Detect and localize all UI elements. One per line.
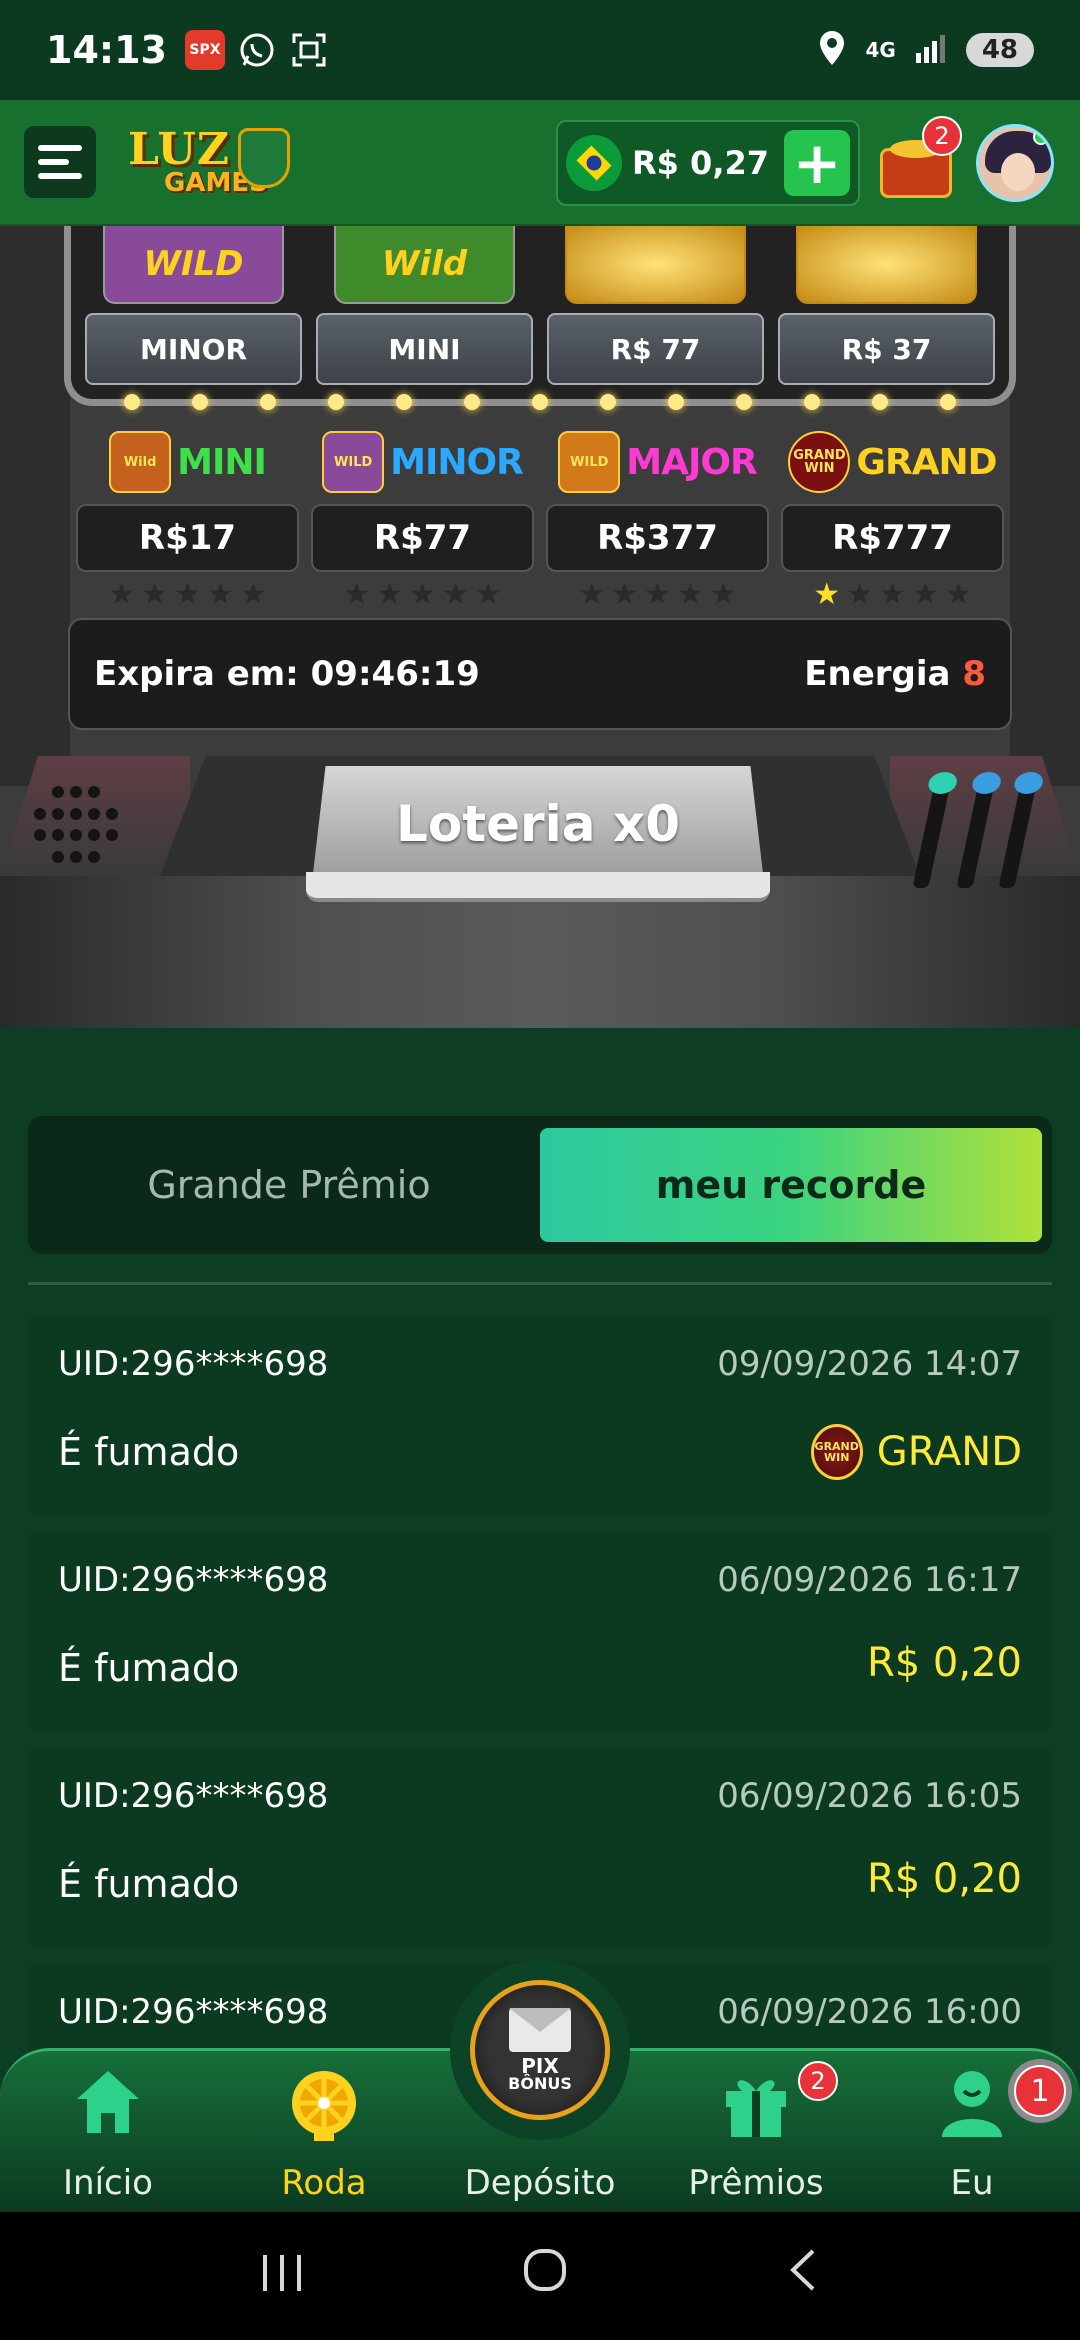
jackpot-value: R$17: [76, 504, 299, 572]
list-item: UID:296****698 06/09/2026 16:17 É fumado…: [28, 1530, 1052, 1732]
gold-coins-icon: [796, 226, 977, 304]
wild-dragon-icon: Wild: [109, 431, 172, 493]
shopee-express-icon: SPX: [184, 30, 225, 70]
jackpot-stars: ★ ★ ★ ★ ★: [108, 577, 267, 612]
jackpot-name: MINI: [177, 441, 267, 483]
record-uid: UID:296****698: [58, 1992, 329, 2032]
jackpot-name: MINOR: [390, 441, 524, 483]
nav-home[interactable]: Início: [28, 2065, 188, 2215]
record-status: É fumado: [58, 1430, 240, 1474]
wild-rabbit-icon: WILD: [103, 226, 284, 304]
grand-win-icon: GRAND WIN: [788, 431, 851, 493]
location-icon: [817, 29, 847, 71]
jackpot-stars: ★ ★ ★ ★ ★: [578, 577, 737, 612]
record-uid: UID:296****698: [58, 1344, 329, 1384]
signal-icon: [914, 33, 948, 67]
menu-button[interactable]: [24, 126, 96, 198]
me-badge: 1: [1014, 2065, 1066, 2117]
record-date: 06/09/2026 16:05: [717, 1776, 1022, 1816]
nav-wheel[interactable]: Roda: [244, 2065, 404, 2215]
machine-levers: [910, 772, 1045, 898]
jackpot-value: R$377: [546, 504, 769, 572]
chest-badge: 2: [922, 116, 962, 156]
battery-indicator: 48: [965, 33, 1034, 67]
grand-win-icon: GRAND WIN: [810, 1424, 863, 1480]
record-date: 09/09/2026 14:07: [717, 1344, 1022, 1384]
record-status: É fumado: [58, 1862, 240, 1906]
wild-dragon-icon: Wild: [334, 226, 515, 304]
recent-apps-icon[interactable]: [257, 2244, 307, 2309]
user-icon: [934, 2065, 1010, 2145]
jackpot-value: R$77: [311, 504, 534, 572]
wild-tiger-icon: WILD: [558, 431, 621, 493]
record-status: É fumado: [58, 1646, 240, 1690]
envelope-icon: [509, 2008, 571, 2052]
record-tabs: Grande Prêmio meu recorde: [28, 1116, 1052, 1254]
slot-machine: WILD MINOR Wild MINI R$ 77 R$ 37 Wild MI…: [0, 226, 1080, 1028]
online-dot: [1033, 129, 1049, 145]
reel: WILD MINOR: [85, 226, 302, 385]
treasure-chest-button[interactable]: 2: [874, 116, 962, 204]
reel-label: MINOR: [85, 313, 302, 385]
clock: 14:13: [46, 28, 167, 72]
list-item: UID:296****698 09/09/2026 14:07 É fumado…: [28, 1314, 1052, 1516]
tab-my-record[interactable]: meu recorde: [540, 1128, 1042, 1242]
reel: R$ 77: [547, 226, 764, 385]
expiry-timer: Expira em: 09:46:19: [94, 654, 480, 694]
screenshot-icon: [289, 30, 329, 70]
jackpot-value: R$777: [781, 504, 1004, 572]
back-icon[interactable]: [783, 2244, 823, 2309]
jackpot-grand: GRAND WIN GRAND R$777 ★ ★ ★ ★ ★: [781, 422, 1004, 632]
reel-label: MINI: [316, 313, 533, 385]
jackpot-mini: Wild MINI R$17 ★ ★ ★ ★ ★: [76, 422, 299, 632]
home-icon: [71, 2065, 145, 2143]
balance-box[interactable]: R$ 0,27 +: [556, 120, 860, 206]
brazil-flag-icon: [566, 135, 622, 191]
reel-label: R$ 77: [547, 313, 764, 385]
divider: [28, 1282, 1052, 1285]
prizes-badge: 2: [798, 2061, 838, 2101]
record-prize: R$ 0,20: [866, 1640, 1022, 1686]
record-date: 06/09/2026 16:00: [717, 1992, 1022, 2032]
gift-icon: [718, 2065, 794, 2145]
jackpot-stars: ★ ★ ★ ★ ★: [343, 577, 502, 612]
whatsapp-icon: [237, 30, 277, 70]
home-nav-icon[interactable]: [520, 2244, 570, 2309]
pix-bonus-button[interactable]: PIX BÔNUS: [470, 1980, 610, 2120]
app-logo[interactable]: LUZ GAMES: [124, 122, 294, 202]
tab-grand-prize[interactable]: Grande Prêmio: [38, 1128, 540, 1242]
record-date: 06/09/2026 16:17: [717, 1560, 1022, 1600]
reel-label: R$ 37: [778, 313, 995, 385]
lottery-button[interactable]: Loteria x0: [306, 766, 770, 906]
deposit-plus-button[interactable]: +: [784, 130, 850, 196]
gold-coins-icon: [565, 226, 746, 304]
jackpot-stars: ★ ★ ★ ★ ★: [813, 577, 972, 612]
wild-rabbit-icon: WILD: [322, 431, 385, 493]
record-uid: UID:296****698: [58, 1776, 329, 1816]
record-prize: R$ 0,20: [866, 1856, 1022, 1902]
marquee-lights: [74, 384, 1006, 420]
reel: Wild MINI: [316, 226, 533, 385]
record-prize: GRAND WIN GRAND: [810, 1424, 1022, 1480]
reel: R$ 37: [778, 226, 995, 385]
jackpot-name: GRAND: [856, 441, 997, 483]
network-type: 4G: [865, 38, 896, 62]
jackpot-minor: WILD MINOR R$77 ★ ★ ★ ★ ★: [311, 422, 534, 632]
status-bar: 14:13 SPX 4G 48: [0, 0, 1080, 100]
energy-panel: Expira em: 09:46:19 Energia 8: [68, 618, 1012, 730]
reel-window: WILD MINOR Wild MINI R$ 77 R$ 37: [64, 226, 1016, 406]
jackpot-major: WILD MAJOR R$377 ★ ★ ★ ★ ★: [546, 422, 769, 632]
jackpot-list: Wild MINI R$17 ★ ★ ★ ★ ★ WILD MINOR R$77 ★ ★ ★…: [76, 422, 1004, 632]
fortune-wheel-icon: [284, 2065, 364, 2149]
list-item: UID:296****698 06/09/2026 16:05 É fumado…: [28, 1746, 1052, 1948]
speaker-grille: [34, 786, 124, 866]
system-nav-bar: [0, 2212, 1080, 2340]
avatar[interactable]: [976, 124, 1054, 202]
record-uid: UID:296****698: [58, 1560, 329, 1600]
balance-amount: R$ 0,27: [632, 144, 769, 182]
leprechaun-icon: [238, 128, 290, 188]
machine-console: Loteria x0: [0, 756, 1080, 1028]
energy-count: Energia 8: [804, 654, 986, 694]
jackpot-name: MAJOR: [626, 441, 757, 483]
